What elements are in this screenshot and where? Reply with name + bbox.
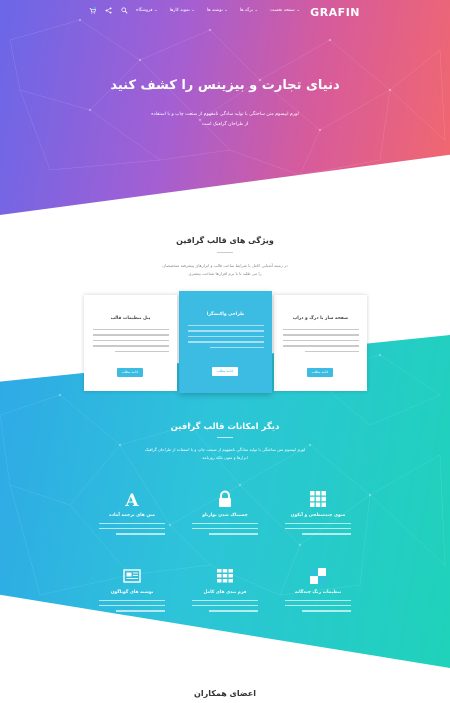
search-icon[interactable] [121,7,128,14]
color-palette-icon [310,568,326,584]
feature-item-title: متن های ترجمه آماده [109,513,155,518]
feature-item-text [99,523,165,535]
menu-item-shop[interactable]: فروشگاه ⌄ [136,8,157,13]
feature-item-title: تنظیمات رنگ چندگانه [294,590,342,595]
other-features-title: دیگر امکانات قالب گرافین [170,422,280,432]
features-desc-line: را می طلبد تا با نرم افزارها شناخت بیشتر… [188,271,262,276]
svg-text:A: A [124,491,139,508]
menu-item-home[interactable]: صفحه نخست ⌄ [270,8,300,13]
menu-item-pages[interactable]: برگه ها ⌄ [240,8,258,13]
feature-item: چسبناک شدن نوارناو [175,490,275,539]
lock-icon [219,490,231,507]
feature-item-text [192,600,258,612]
feature-item: منوی چندسطحی و آیکون [268,490,368,539]
other-sub-line: لورم ایپسوم متن ساختگی با تولید سادگی نا… [144,447,306,452]
header-tools [89,7,128,14]
network-background [9,18,446,176]
features-description: در زمینه آشنایی کامل با شرایط ساخت قالب … [0,262,450,278]
feature-cards: صفحه ساز با درگ و دراپ ادامه مطلب طراحی … [84,291,367,395]
section-divider [217,437,233,438]
top-navbar: GRAFIN صفحه نخست ⌄ برگه ها ⌄ نوشته ها ⌄ … [0,6,450,20]
feature-item-title: فرم بندی های کامل [203,590,247,595]
read-more-button[interactable]: ادامه مطلب [117,368,143,377]
features-title: ویژگی های قالب گرافین [176,236,274,245]
feature-item: تنظیمات رنگ چندگانه [268,567,368,616]
cart-icon[interactable] [89,7,96,14]
feature-item-title: منوی چندسطحی و آیکون [290,513,346,518]
feature-item: فرم بندی های کامل [175,567,275,616]
hero-subtitle: لورم ایپسوم متن ساختگی با تولید سادگی نا… [0,110,450,130]
menu-item-posts[interactable]: نوشته ها ⌄ [207,8,228,13]
share-icon[interactable] [105,7,112,14]
hero-title: دنیای تجارت و بیزینس را کشف کنید [110,78,340,93]
feature-card-highlighted: طراحی واکنشگرا ادامه مطلب [179,291,272,393]
read-more-button[interactable]: ادامه مطلب [307,368,333,377]
section-divider [217,252,233,253]
read-more-button[interactable]: ادامه مطلب [212,367,238,376]
hero-subtitle-line: از طراحان گرافیک است [201,122,249,127]
feature-card: پنل تنظیمات قالب ادامه مطلب [84,295,177,391]
feature-card-text [282,329,359,353]
other-sub-line: ابزارها و متون بلکه روزنامه [202,455,248,460]
feature-item-text [99,600,165,612]
newspaper-icon [123,569,141,583]
blocks-icon [217,569,233,583]
team-section-title: اعضای همکاران [194,689,256,698]
feature-card-title: طراحی واکنشگرا [206,312,245,317]
feature-item-title: چسبناک شدن نوارناو [202,513,248,518]
hero-subtitle-line: لورم ایپسوم متن ساختگی با تولید سادگی نا… [151,112,299,117]
feature-item-text [285,523,351,535]
grid-icon [310,491,326,507]
feature-card-title: پنل تنظیمات قالب [110,316,151,321]
feature-card-text [92,329,169,353]
feature-item: نوشته های گوناگون [82,567,182,616]
features-desc-line: در زمینه آشنایی کامل با شرایط ساخت قالب … [162,263,288,268]
feature-card-text [187,325,264,349]
menu-item-portfolio[interactable]: نمونه کارها ⌄ [170,8,195,13]
main-menu: صفحه نخست ⌄ برگه ها ⌄ نوشته ها ⌄ نمونه ک… [136,8,300,13]
feature-card: صفحه ساز با درگ و دراپ ادامه مطلب [274,295,367,391]
other-features-subtitle: لورم ایپسوم متن ساختگی با تولید سادگی نا… [0,446,450,462]
feature-item-title: نوشته های گوناگون [110,590,154,595]
site-logo[interactable]: GRAFIN [310,6,360,19]
feature-item-text [285,600,351,612]
feature-item-text [192,523,258,535]
feature-card-title: صفحه ساز با درگ و دراپ [292,316,349,321]
font-icon: A [124,491,139,508]
hero-section: GRAFIN صفحه نخست ⌄ برگه ها ⌄ نوشته ها ⌄ … [0,0,450,215]
feature-item: A متن های ترجمه آماده [82,490,182,539]
